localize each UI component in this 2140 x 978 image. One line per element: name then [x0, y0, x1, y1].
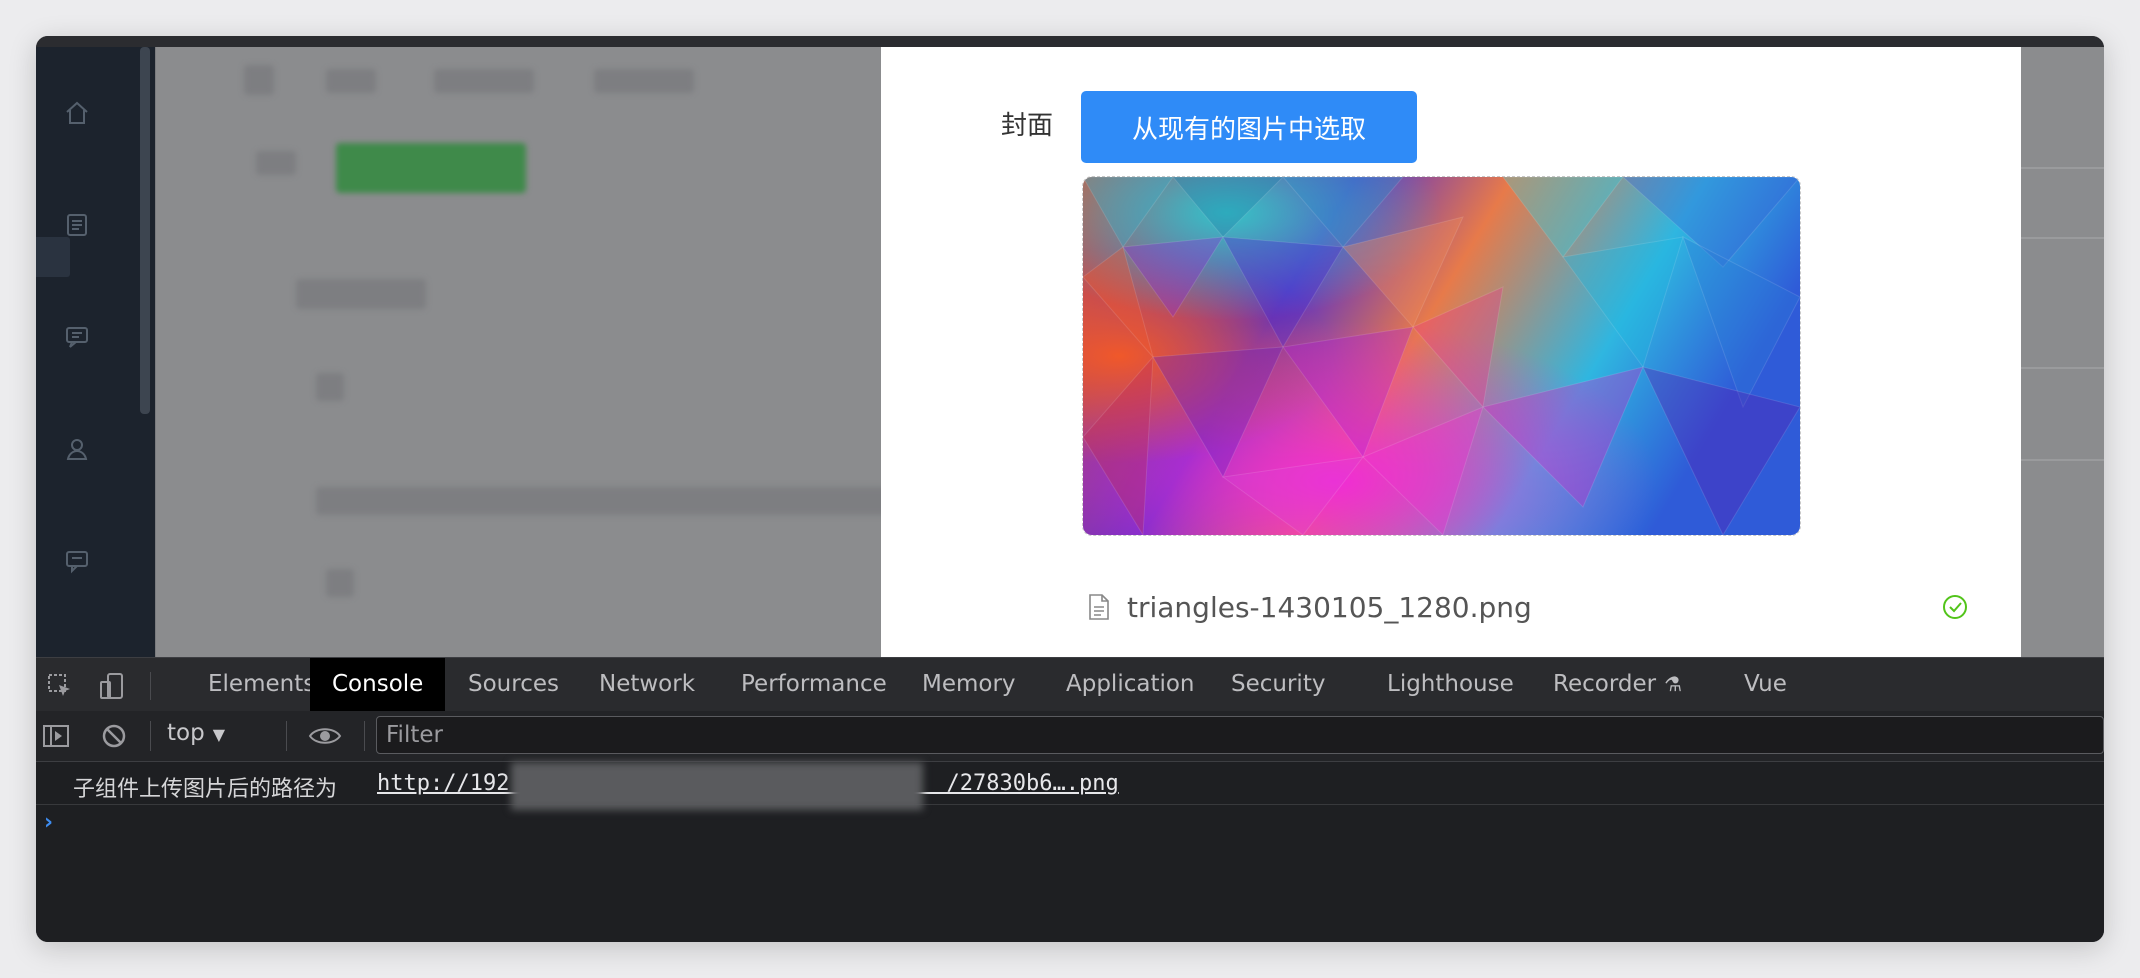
window-top-strip — [36, 36, 2104, 47]
tab-lighthouse[interactable]: Lighthouse — [1365, 658, 1536, 711]
document-icon[interactable] — [64, 212, 90, 238]
console-toolbar: top ▼ Filter — [36, 711, 2104, 762]
tab-sources[interactable]: Sources — [446, 658, 581, 711]
blurred-element — [326, 69, 376, 93]
triangles-image — [1083, 177, 1800, 535]
flask-icon: ⚗ — [1664, 672, 1683, 696]
console-output: 子组件上传图片后的路径为 http://192 /27830b6….png › — [36, 762, 2104, 942]
blurred-element — [256, 151, 296, 175]
tab-console[interactable]: Console — [310, 658, 446, 711]
blurred-green-button — [336, 143, 526, 193]
app-viewport: 封面 从现有的图片中选取 triangles-1430105_1280.png — [36, 47, 2104, 657]
tab-memory[interactable]: Memory — [900, 658, 1038, 711]
user-icon[interactable] — [64, 436, 90, 462]
device-toolbar-icon[interactable] — [98, 672, 126, 700]
context-value: top — [167, 720, 205, 746]
live-expression-eye-icon[interactable] — [308, 722, 342, 750]
cover-label: 封面 — [1001, 111, 1054, 141]
blurred-heading — [296, 279, 426, 309]
tab-vue[interactable]: Vue — [1722, 658, 1809, 711]
console-prompt-caret[interactable]: › — [44, 810, 53, 835]
upload-modal: 封面 从现有的图片中选取 triangles-1430105_1280.png — [881, 47, 2021, 657]
blurred-element — [594, 69, 694, 93]
redacted-region — [511, 762, 923, 810]
clear-console-icon[interactable] — [100, 722, 128, 750]
blurred-element — [434, 69, 534, 93]
blurred-element — [326, 569, 354, 597]
divider — [150, 721, 151, 751]
home-icon[interactable] — [64, 100, 90, 126]
pick-existing-image-button[interactable]: 从现有的图片中选取 — [1081, 91, 1417, 163]
console-log-row: 子组件上传图片后的路径为 http://192 /27830b6….png — [36, 762, 2104, 810]
dropdown-arrow-icon: ▼ — [212, 725, 226, 744]
cover-image-preview[interactable] — [1082, 176, 1801, 536]
comment-icon[interactable] — [64, 548, 90, 574]
context-selector[interactable]: top ▼ — [167, 720, 225, 746]
log-message: 子组件上传图片后的路径为 — [73, 777, 338, 802]
divider — [150, 672, 151, 700]
blurred-element — [244, 65, 274, 95]
sidebar-active-indicator — [36, 237, 70, 277]
tab-performance[interactable]: Performance — [719, 658, 909, 711]
tab-security[interactable]: Security — [1209, 658, 1347, 711]
tab-recorder[interactable]: Recorder ⚗ — [1531, 658, 1704, 711]
document-icon — [1089, 594, 1109, 620]
sidebar-toggle-icon[interactable] — [42, 722, 70, 750]
sidebar-scrollbar[interactable] — [140, 47, 150, 414]
sidebar — [36, 47, 155, 657]
tab-recorder-label: Recorder — [1553, 671, 1657, 697]
inspect-element-icon[interactable] — [46, 672, 74, 700]
divider — [364, 721, 365, 751]
file-name: triangles-1430105_1280.png — [1127, 590, 1532, 624]
blurred-toolbar — [316, 487, 936, 515]
devtools-tab-bar: Elements Console Sources Network Perform… — [36, 657, 2104, 712]
success-check-icon — [1943, 595, 1967, 619]
blurred-element — [316, 373, 344, 401]
browser-window: 封面 从现有的图片中选取 triangles-1430105_1280.png … — [36, 36, 2104, 942]
uploaded-file-row[interactable]: triangles-1430105_1280.png — [1087, 587, 1969, 627]
tab-application[interactable]: Application — [1044, 658, 1217, 711]
divider — [286, 721, 287, 751]
filter-input[interactable]: Filter — [376, 716, 2104, 754]
chat-icon[interactable] — [64, 324, 90, 350]
tab-network[interactable]: Network — [577, 658, 717, 711]
